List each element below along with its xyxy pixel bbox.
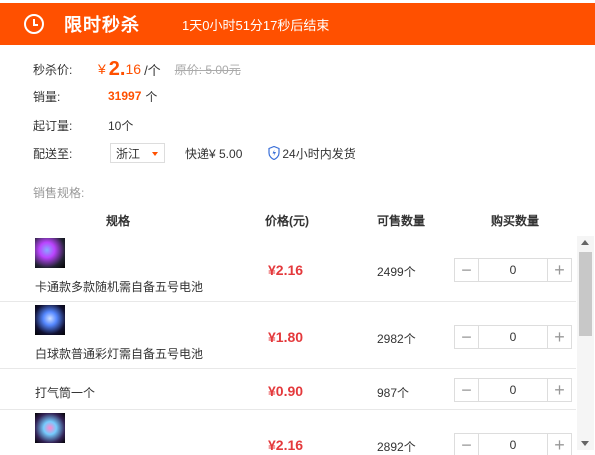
plus-button[interactable]: + [547,259,571,281]
vertical-scrollbar[interactable] [577,236,594,450]
price-label: 秒杀价: [33,62,73,77]
spec-section-label: 销售规格: [33,186,85,200]
minus-button[interactable]: − [455,326,479,348]
sales-value: 31997 [108,89,142,103]
product-thumbnail[interactable] [35,238,65,268]
delivery-promise: 24小时内发货 [282,146,356,161]
spec-price: ¥1.80 [268,329,304,345]
price-symbol: ¥ [98,61,106,77]
moq-row: 起订量: 10个 [33,114,133,136]
plus-button[interactable]: + [547,379,571,401]
sales-row: 销量: 31997 个 [33,85,157,107]
region-value: 浙江 [116,146,141,161]
minus-button[interactable]: − [455,259,479,281]
table-row: 卡通款多款随机需自备五号电池 ¥2.16 2499个 − + [0,236,576,302]
scrollbar-thumb[interactable] [579,252,592,336]
scroll-down-arrow-icon[interactable] [581,441,589,446]
shield-icon [268,146,280,160]
moq-value: 10个 [108,118,134,133]
spec-table-body: 卡通款多款随机需自备五号电池 ¥2.16 2499个 − + 白球款普通彩灯需自… [0,236,576,455]
table-row: 白球款普通彩灯需自备五号电池 ¥1.80 2982个 − + [0,303,576,369]
shipping-row: 配送至: 浙江 快递¥ 5.00 24小时内发货 [33,142,356,164]
countdown-text: 1天0小时51分17秒后结束 [182,17,330,33]
minus-button[interactable]: − [455,379,479,401]
price-decimal: 16 [125,61,142,77]
quantity-input[interactable] [479,259,547,281]
spec-price: ¥0.90 [268,383,304,399]
shipping-fee: 快递¥ 5.00 [185,146,243,161]
header-spec: 规格 [106,214,131,228]
quantity-stepper: − + [454,433,572,455]
moq-label: 起订量: [33,118,73,133]
quantity-input[interactable] [479,434,547,455]
product-thumbnail[interactable] [35,413,65,443]
price-row: 秒杀价: ¥ 2. 16 /个 原价: 5.00元 [33,58,241,80]
banner-title: 限时秒杀 [64,15,140,35]
table-row: 打气筒一个 ¥0.90 987个 − + [0,370,576,410]
spec-price: ¥2.16 [268,437,304,453]
minus-button[interactable]: − [455,434,479,455]
table-row: ¥2.16 2892个 − + [0,411,576,455]
spec-stock: 987个 [377,386,410,400]
table-header: 规格 价格(元) 可售数量 购买数量 [0,212,595,230]
plus-button[interactable]: + [547,434,571,455]
alarm-clock-icon [24,14,44,34]
ship-label: 配送至: [33,146,73,161]
spec-name: 卡通款多款随机需自备五号电池 [35,280,204,294]
header-price: 价格(元) [265,214,309,228]
scroll-up-arrow-icon[interactable] [581,240,589,245]
spec-stock: 2499个 [377,265,416,279]
sales-label: 销量: [33,89,61,104]
quantity-input[interactable] [479,326,547,348]
spec-stock: 2892个 [377,440,416,454]
quantity-stepper: − + [454,378,572,402]
quantity-input[interactable] [479,379,547,401]
sales-unit: 个 [145,89,158,104]
flash-sale-banner: 限时秒杀 1天0小时51分17秒后结束 [0,3,595,45]
header-stock: 可售数量 [377,214,426,228]
chevron-down-icon [152,152,158,156]
quantity-stepper: − + [454,258,572,282]
spec-stock: 2982个 [377,332,416,346]
region-select[interactable]: 浙江 [110,143,165,163]
plus-button[interactable]: + [547,326,571,348]
price-unit: /个 [144,62,161,78]
quantity-stepper: − + [454,325,572,349]
original-price: 原价: 5.00元 [174,62,241,77]
product-thumbnail[interactable] [35,305,65,335]
spec-price: ¥2.16 [268,262,304,278]
header-qty: 购买数量 [491,214,540,228]
spec-name: 打气筒一个 [35,386,96,400]
price-integer: 2. [108,57,126,80]
spec-name: 白球款普通彩灯需自备五号电池 [35,347,204,361]
